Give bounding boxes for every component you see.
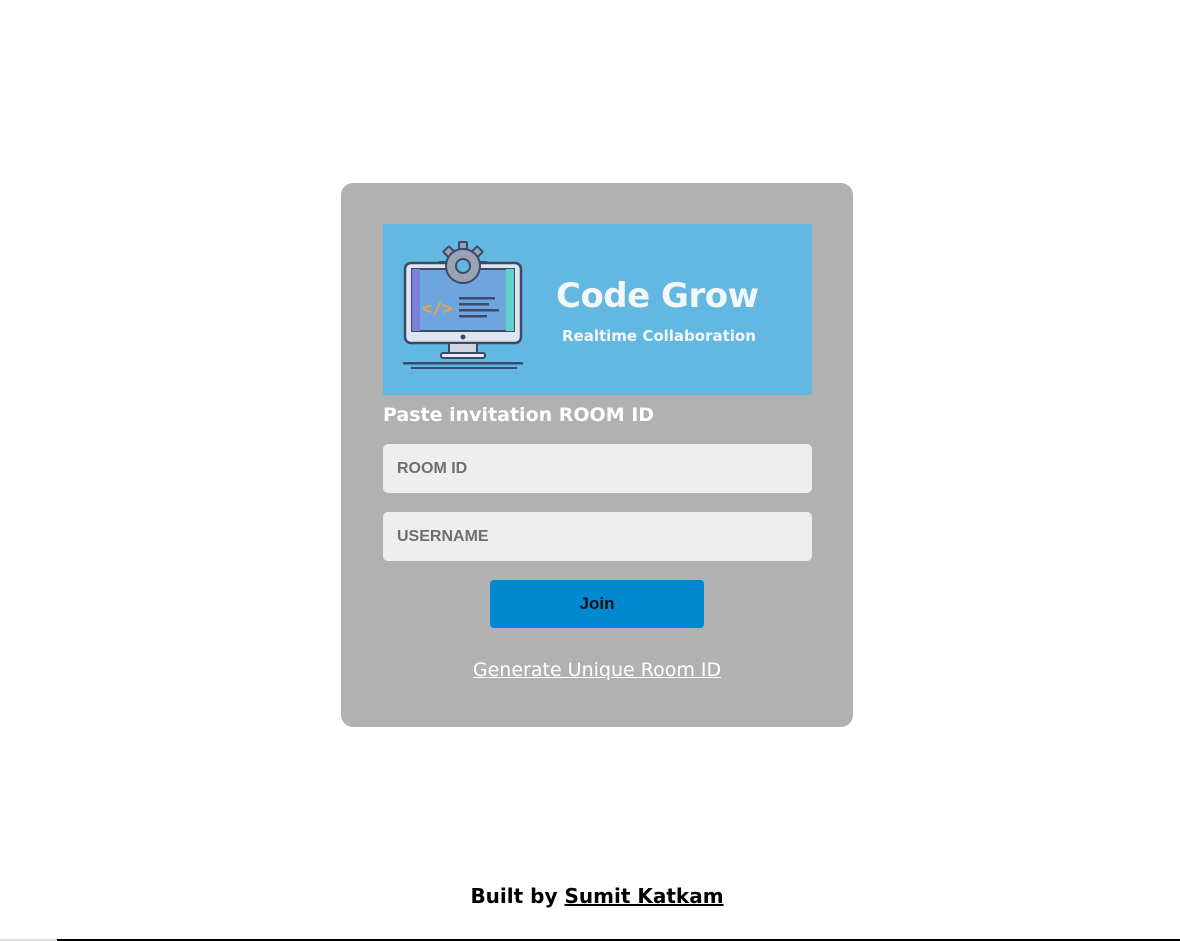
join-card: </> Code Grow Realtime Collaboration Pas… xyxy=(341,183,853,727)
monitor-code-gear-icon: </> xyxy=(403,241,523,369)
brand-banner: </> Code Grow Realtime Collaboration xyxy=(383,224,812,395)
username-input[interactable] xyxy=(383,512,812,561)
join-page: </> Code Grow Realtime Collaboration Pas… xyxy=(0,0,1180,941)
footer-prefix: Built by xyxy=(470,884,565,908)
svg-text:</>: </> xyxy=(422,299,453,319)
brand-title: Code Grow xyxy=(556,276,759,316)
room-id-input[interactable] xyxy=(383,444,812,493)
brand-subtitle: Realtime Collaboration xyxy=(562,327,756,345)
footer-credit: Built by Sumit Katkam xyxy=(0,884,1180,908)
author-link[interactable]: Sumit Katkam xyxy=(564,884,723,908)
form-heading: Paste invitation ROOM ID xyxy=(383,404,655,426)
generate-room-id-link[interactable]: Generate Unique Room ID xyxy=(341,659,853,681)
join-button[interactable]: Join xyxy=(490,580,704,628)
